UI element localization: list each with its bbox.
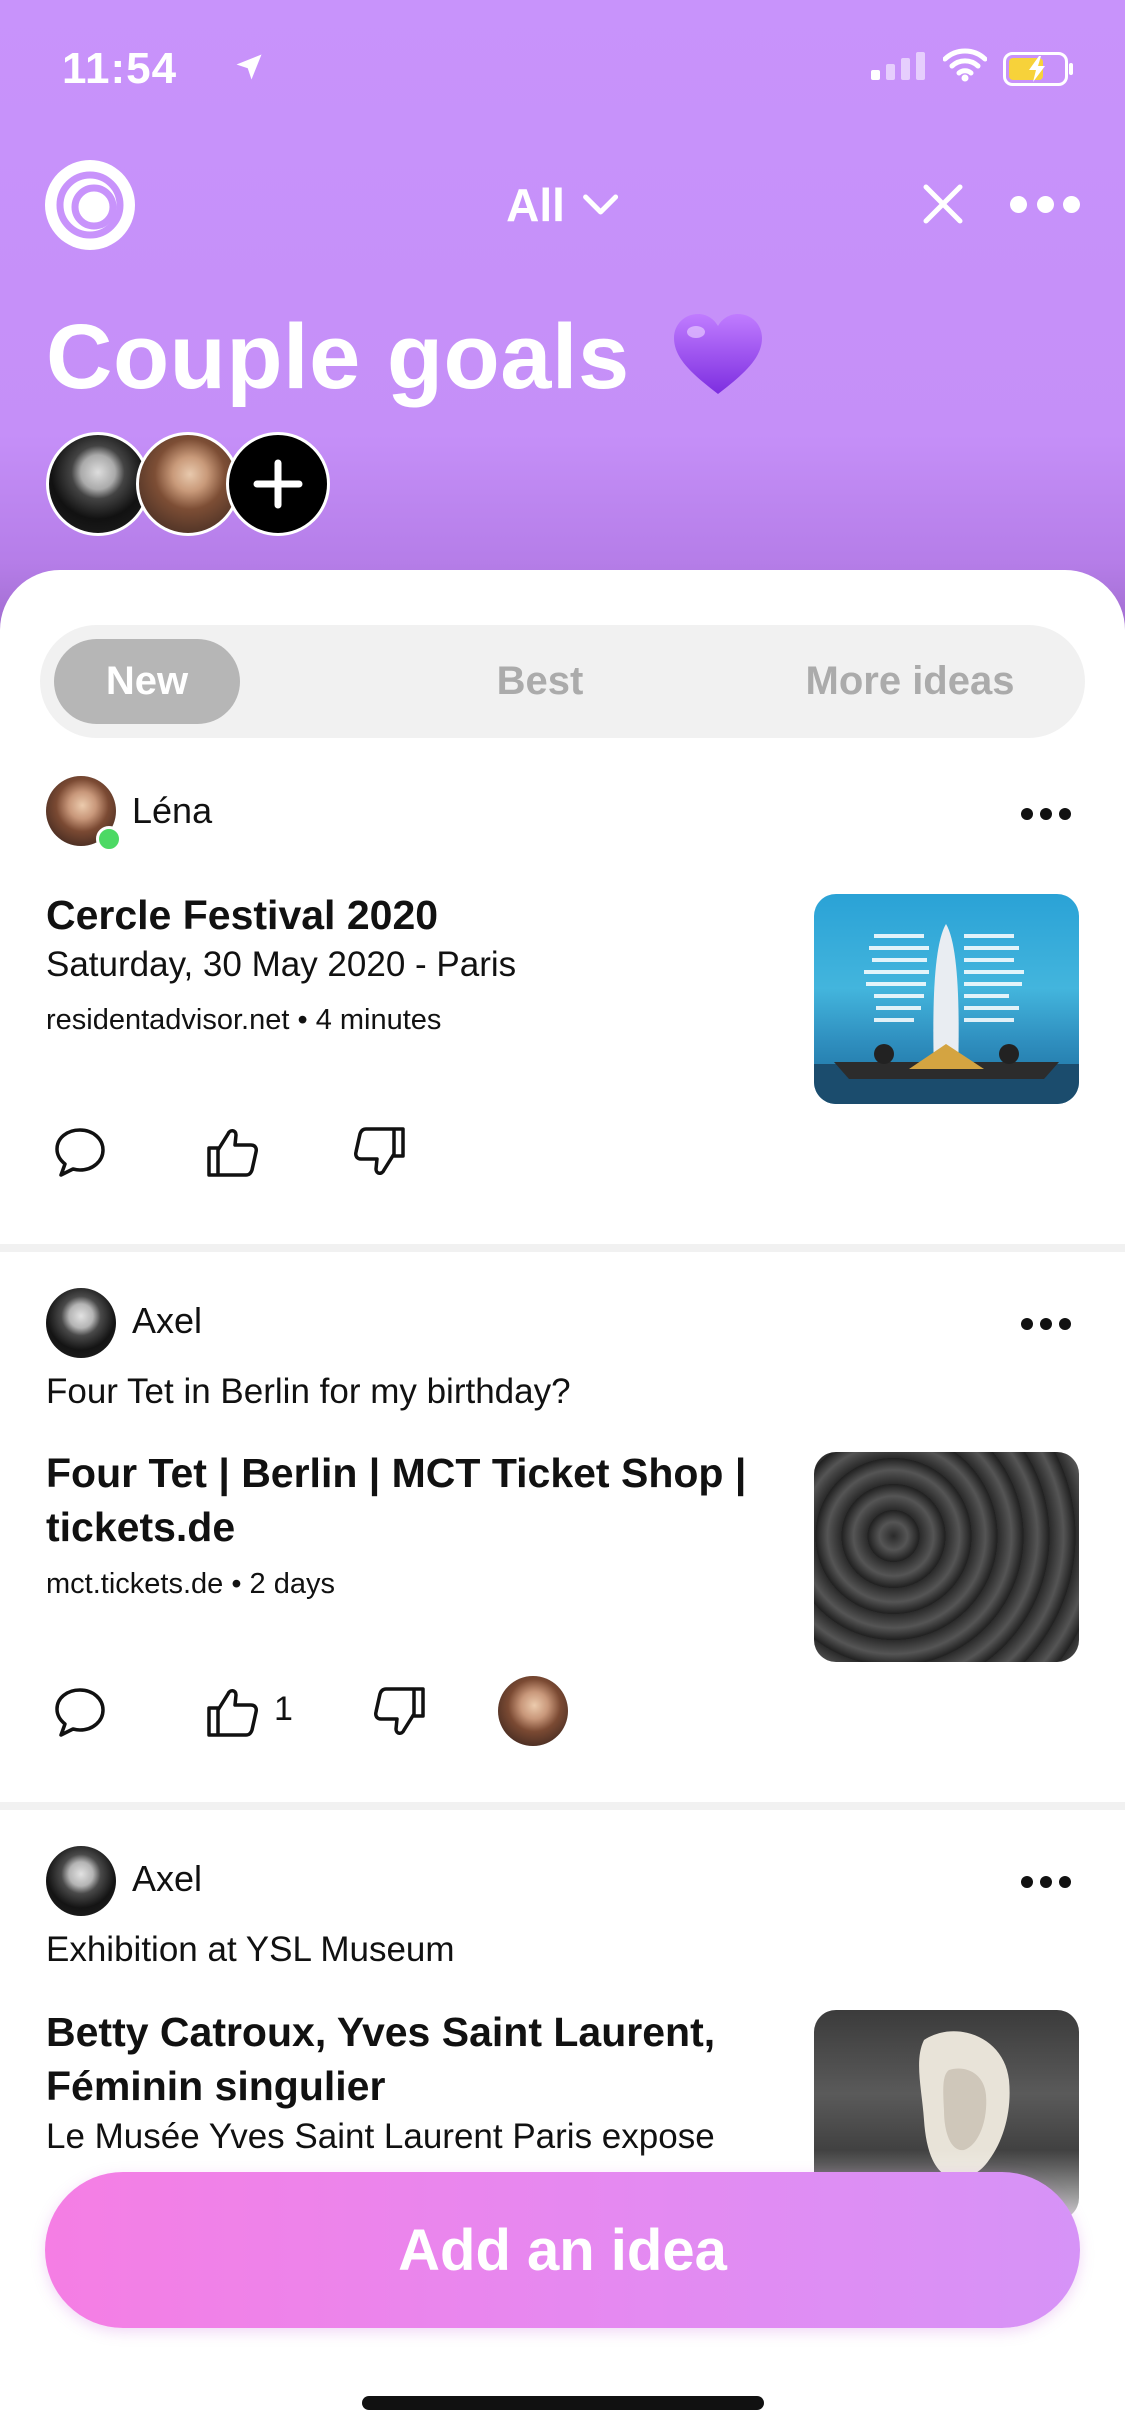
- online-indicator: [96, 826, 122, 852]
- like-count: 1: [274, 1690, 293, 1728]
- more-options-icon[interactable]: [1010, 190, 1080, 218]
- location-arrow-icon: [236, 54, 262, 80]
- plus-icon: [253, 459, 303, 509]
- author-name: Axel: [132, 1300, 203, 1341]
- filter-label: All: [506, 179, 565, 231]
- card-title[interactable]: Four Tet | Berlin | MCT Ticket Shop | ti…: [46, 1446, 786, 1554]
- liker-avatar[interactable]: [498, 1676, 568, 1746]
- idea-card: Axel Exhibition at YSL Museum Betty Catr…: [0, 0, 1125, 2220]
- add-member-button[interactable]: [226, 432, 330, 536]
- more-options-icon[interactable]: [1021, 1876, 1071, 1890]
- chevron-down-icon: [583, 194, 619, 215]
- add-idea-button[interactable]: Add an idea: [45, 2172, 1080, 2328]
- card-divider: [0, 1244, 1125, 1252]
- purple-heart-emoji-icon: [674, 314, 762, 394]
- sort-segmented-control: New Best More ideas: [40, 625, 1085, 738]
- comment-icon[interactable]: [52, 1684, 108, 1740]
- link-thumbnail[interactable]: [814, 1452, 1079, 1662]
- filter-dropdown[interactable]: All: [506, 178, 619, 232]
- thumbs-down-icon[interactable]: [372, 1684, 428, 1740]
- card-source: mct.tickets.de • 2 days: [46, 1568, 335, 1600]
- card-subtitle: Saturday, 30 May 2020 - Paris: [46, 945, 517, 984]
- tab-more-ideas[interactable]: More ideas: [760, 639, 1060, 724]
- author-name: Axel: [132, 1858, 203, 1899]
- more-options-icon[interactable]: [1021, 808, 1071, 822]
- card-note: Exhibition at YSL Museum: [46, 1930, 455, 1969]
- author-name: Léna: [132, 790, 213, 831]
- card-title[interactable]: Betty Catroux, Yves Saint Laurent, Fémin…: [46, 2005, 786, 2113]
- comment-icon[interactable]: [52, 1124, 108, 1180]
- app-logo-icon[interactable]: [45, 160, 135, 250]
- member-avatar-axel[interactable]: [46, 432, 150, 536]
- status-time: 11:54: [62, 44, 178, 93]
- member-avatar-lena[interactable]: [136, 432, 240, 536]
- home-indicator[interactable]: [362, 2396, 764, 2410]
- page-title: Couple goals: [46, 306, 630, 408]
- thumbs-up-icon[interactable]: [204, 1684, 260, 1740]
- card-source: residentadvisor.net • 4 minutes: [46, 1004, 442, 1036]
- cellular-signal-icon: [871, 52, 925, 80]
- thumbs-down-icon[interactable]: [352, 1124, 408, 1180]
- wifi-icon: [943, 48, 987, 82]
- more-options-icon[interactable]: [1021, 1318, 1071, 1332]
- close-icon[interactable]: [921, 182, 965, 226]
- group-header: 11:54 All Couple goals: [0, 0, 1125, 640]
- avatar[interactable]: [46, 1288, 116, 1358]
- tab-new[interactable]: New: [54, 639, 240, 724]
- tab-best[interactable]: Best: [420, 639, 660, 724]
- avatar[interactable]: [46, 1846, 116, 1916]
- card-title[interactable]: Cercle Festival 2020: [46, 888, 786, 942]
- card-divider: [0, 1802, 1125, 1810]
- battery-charging-icon: [1003, 52, 1073, 86]
- card-note: Four Tet in Berlin for my birthday?: [46, 1372, 571, 1411]
- link-thumbnail[interactable]: [814, 894, 1079, 1104]
- status-bar: 11:54: [62, 40, 1075, 100]
- thumbs-up-icon[interactable]: [204, 1124, 260, 1180]
